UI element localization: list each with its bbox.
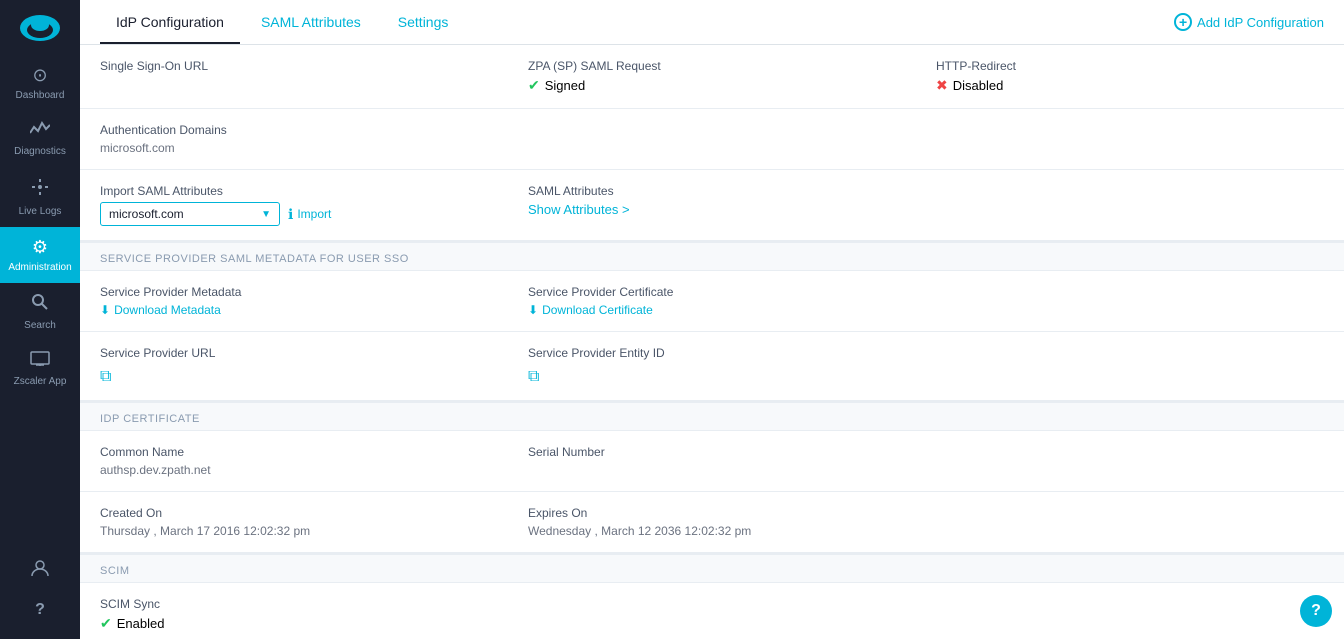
tab-saml-attributes[interactable]: SAML Attributes bbox=[245, 0, 377, 44]
saml-attributes-field: SAML Attributes Show Attributes > bbox=[508, 184, 916, 226]
sp-metadata-section: Service Provider Metadata ⬇ Download Met… bbox=[80, 271, 1344, 402]
common-name-field: Common Name authsp.dev.zpath.net bbox=[100, 445, 508, 477]
sidebar-item-label: Live Logs bbox=[19, 206, 62, 217]
sidebar-item-label: Administration bbox=[8, 262, 71, 273]
tab-settings[interactable]: Settings bbox=[382, 0, 465, 44]
user-icon bbox=[30, 558, 50, 581]
import-button[interactable]: ℹ Import bbox=[288, 206, 331, 223]
main-content: IdP Configuration SAML Attributes Settin… bbox=[80, 0, 1344, 639]
http-redirect-field: HTTP-Redirect ✖ Disabled bbox=[916, 59, 1324, 94]
expires-on-label: Expires On bbox=[528, 506, 916, 520]
scim-section: SCIM Sync ✔ Enabled SCIM Service Provide… bbox=[80, 583, 1344, 639]
sidebar-item-livelogs[interactable]: Live Logs bbox=[0, 167, 80, 227]
sp-url-label: Service Provider URL bbox=[100, 346, 508, 360]
floating-help-button[interactable]: ? bbox=[1300, 595, 1332, 627]
http-redirect-label: HTTP-Redirect bbox=[936, 59, 1324, 73]
download-metadata-link[interactable]: ⬇ Download Metadata bbox=[100, 303, 508, 317]
http-redirect-status: ✖ Disabled bbox=[936, 77, 1324, 94]
saml-attributes-label: SAML Attributes bbox=[528, 184, 916, 198]
sp-entity-id-label: Service Provider Entity ID bbox=[528, 346, 916, 360]
serial-number-label: Serial Number bbox=[528, 445, 916, 459]
chevron-down-icon: ▼ bbox=[261, 209, 271, 220]
sidebar-item-zscalerapp[interactable]: Zscaler App bbox=[0, 341, 80, 397]
sp-metadata-label: Service Provider Metadata bbox=[100, 285, 508, 299]
sidebar-item-administration[interactable]: ⚙ Administration bbox=[0, 227, 80, 283]
zscalerapp-icon bbox=[30, 351, 50, 372]
dashboard-icon: ⊙ bbox=[32, 65, 47, 86]
disabled-icon: ✖ bbox=[936, 77, 948, 94]
serial-number-field: Serial Number bbox=[508, 445, 916, 477]
import-saml-field: Import SAML Attributes microsoft.com ▼ ℹ… bbox=[100, 184, 508, 226]
tabs-bar: IdP Configuration SAML Attributes Settin… bbox=[80, 0, 1344, 45]
sp-url-field: Service Provider URL ⧉ bbox=[100, 346, 508, 386]
signed-icon: ✔ bbox=[528, 77, 540, 94]
created-on-label: Created On bbox=[100, 506, 508, 520]
content-area: Single Sign-On URL ZPA (SP) SAML Request… bbox=[80, 45, 1344, 639]
expires-on-value: Wednesday , March 12 2036 12:02:32 pm bbox=[528, 524, 916, 538]
sidebar-item-user[interactable] bbox=[0, 548, 80, 591]
zpa-saml-field: ZPA (SP) SAML Request ✔ Signed bbox=[508, 59, 916, 94]
auth-domains-label: Authentication Domains bbox=[100, 123, 508, 137]
diagnostics-icon bbox=[30, 121, 50, 142]
http-redirect-status-text: Disabled bbox=[953, 78, 1004, 93]
download-cert-link[interactable]: ⬇ Download Certificate bbox=[528, 303, 916, 317]
copy-entity-icon[interactable]: ⧉ bbox=[528, 368, 539, 386]
search-icon bbox=[31, 293, 49, 316]
scim-section-header: SCIM bbox=[80, 554, 1344, 583]
show-attributes-link[interactable]: Show Attributes > bbox=[528, 202, 916, 217]
created-on-field: Created On Thursday , March 17 2016 12:0… bbox=[100, 506, 508, 538]
common-name-value: authsp.dev.zpath.net bbox=[100, 463, 508, 477]
sidebar-item-label: Search bbox=[24, 320, 56, 331]
sidebar-item-search[interactable]: Search bbox=[0, 283, 80, 341]
common-name-label: Common Name bbox=[100, 445, 508, 459]
sidebar: ⊙ Dashboard Diagnostics Live Logs ⚙ Admi… bbox=[0, 0, 80, 639]
idp-cert-section: Common Name authsp.dev.zpath.net Serial … bbox=[80, 431, 1344, 554]
sidebar-item-label: Zscaler App bbox=[14, 376, 67, 387]
copy-url-icon[interactable]: ⧉ bbox=[100, 368, 111, 386]
zpa-saml-status-text: Signed bbox=[545, 78, 585, 93]
add-icon: + bbox=[1174, 13, 1192, 31]
sidebar-item-label: Diagnostics bbox=[14, 146, 66, 157]
sso-url-field: Single Sign-On URL bbox=[100, 59, 508, 94]
sidebar-bottom: ? bbox=[0, 548, 80, 639]
created-on-value: Thursday , March 17 2016 12:02:32 pm bbox=[100, 524, 508, 538]
zpa-saml-status: ✔ Signed bbox=[528, 77, 916, 94]
sp-metadata-section-header: SERVICE PROVIDER SAML METADATA FOR USER … bbox=[80, 242, 1344, 271]
select-value: microsoft.com bbox=[109, 207, 184, 221]
auth-domains-field: Authentication Domains microsoft.com bbox=[100, 123, 508, 155]
import-icon: ℹ bbox=[288, 206, 293, 223]
scim-sync-status-text: Enabled bbox=[117, 616, 165, 631]
add-idp-button[interactable]: + Add IdP Configuration bbox=[1174, 13, 1324, 31]
logo bbox=[0, 0, 80, 55]
help-icon: ? bbox=[35, 601, 45, 619]
scim-sync-label: SCIM Sync bbox=[100, 597, 1324, 611]
idp-cert-section-header: IdP CERTIFICATE bbox=[80, 402, 1344, 431]
livelogs-icon bbox=[30, 177, 50, 202]
enabled-icon: ✔ bbox=[100, 615, 112, 632]
sidebar-item-label: Dashboard bbox=[16, 90, 65, 101]
sidebar-item-help[interactable]: ? bbox=[0, 591, 80, 629]
import-saml-label: Import SAML Attributes bbox=[100, 184, 508, 198]
sso-section: Single Sign-On URL ZPA (SP) SAML Request… bbox=[80, 45, 1344, 242]
download-cert-icon: ⬇ bbox=[528, 303, 538, 317]
sidebar-item-dashboard[interactable]: ⊙ Dashboard bbox=[0, 55, 80, 111]
tab-idp-configuration[interactable]: IdP Configuration bbox=[100, 0, 240, 44]
administration-icon: ⚙ bbox=[32, 237, 48, 258]
sp-metadata-field: Service Provider Metadata ⬇ Download Met… bbox=[100, 285, 508, 317]
sp-entity-id-field: Service Provider Entity ID ⧉ bbox=[508, 346, 916, 386]
auth-domains-value: microsoft.com bbox=[100, 141, 508, 155]
expires-on-field: Expires On Wednesday , March 12 2036 12:… bbox=[508, 506, 916, 538]
download-icon: ⬇ bbox=[100, 303, 110, 317]
scim-sync-status: ✔ Enabled bbox=[100, 615, 1324, 632]
zpa-saml-label: ZPA (SP) SAML Request bbox=[528, 59, 916, 73]
sp-cert-field: Service Provider Certificate ⬇ Download … bbox=[508, 285, 916, 317]
import-saml-row: microsoft.com ▼ ℹ Import bbox=[100, 202, 508, 226]
sso-url-label: Single Sign-On URL bbox=[100, 59, 508, 73]
sp-cert-label: Service Provider Certificate bbox=[528, 285, 916, 299]
import-saml-select[interactable]: microsoft.com ▼ bbox=[100, 202, 280, 226]
sidebar-item-diagnostics[interactable]: Diagnostics bbox=[0, 111, 80, 167]
